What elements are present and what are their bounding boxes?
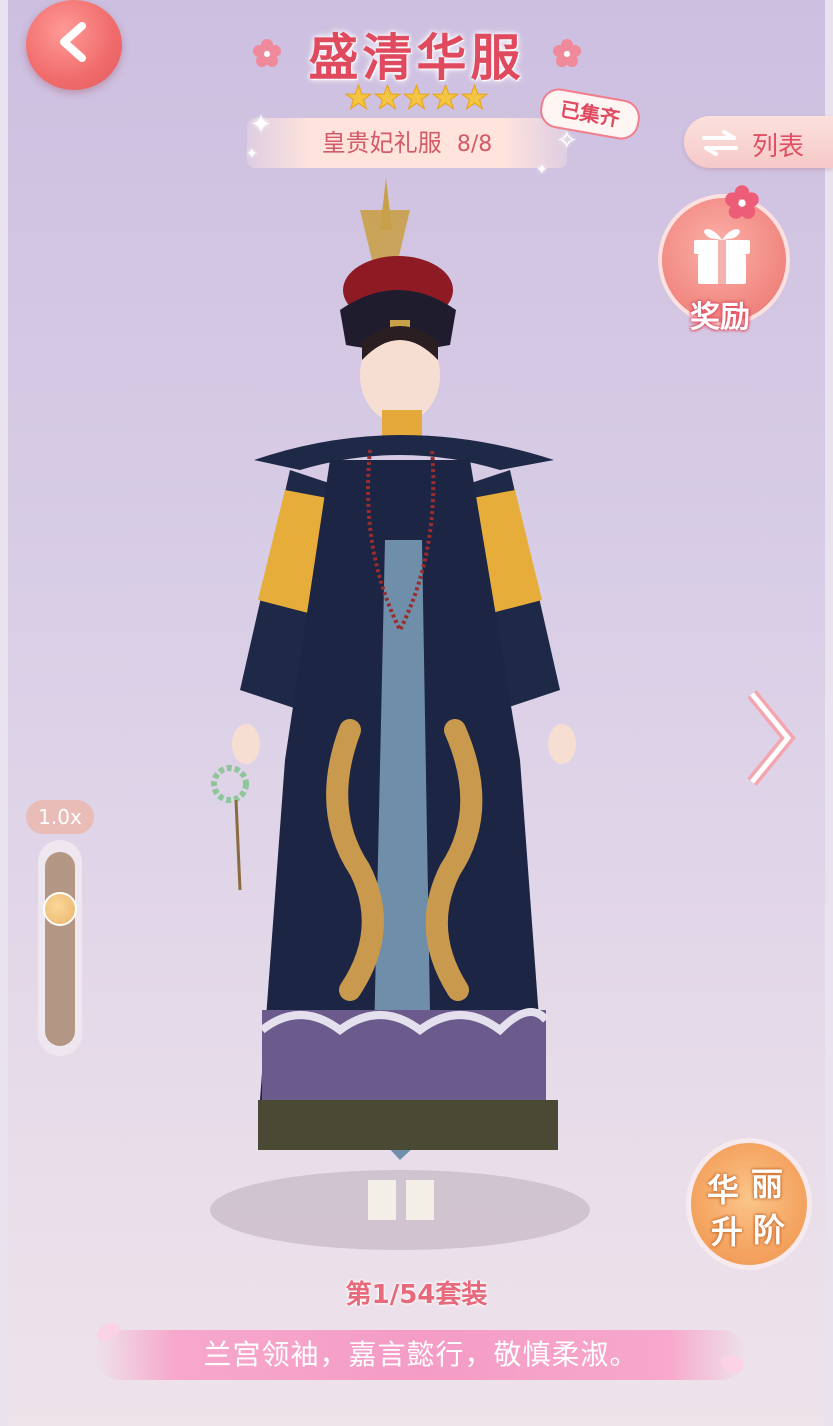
motto-text: 兰宫领袖，嘉言懿行，敬慎柔淑。 [203,1338,639,1371]
sparkle-icon: ✦ [246,146,258,162]
sparkle-icon: ✦ [250,110,272,140]
star-icon [374,84,401,111]
petal-icon [720,1355,744,1373]
motto-banner: 兰宫领袖，嘉言懿行，敬慎柔淑。 [96,1330,746,1380]
gift-icon [694,229,750,284]
suit-progress: 8/8 [456,132,493,157]
upgrade-char: 丽 [751,1165,784,1203]
zoom-slider[interactable] [45,852,75,1046]
chevron-right-icon[interactable] [744,686,796,790]
title-area: 盛清华服 [0,18,833,90]
upgrade-char: 华 [707,1171,740,1209]
zoom-level-label: 1.0x [26,800,94,834]
list-button[interactable]: 列表 [684,116,833,168]
petal-icon [96,1322,120,1342]
star-icon [432,84,459,111]
flower-icon [553,39,581,67]
star-icon [403,84,430,111]
upgrade-char: 阶 [753,1211,786,1249]
star-icon [461,84,488,111]
character-illustration [210,178,590,1250]
flower-icon [253,39,281,67]
list-label: 列表 [752,132,805,162]
zoom-slider-handle[interactable] [43,892,77,926]
page-title: 盛清华服 [308,29,525,87]
upgrade-char: 升 [711,1213,744,1251]
suit-count: 第1/54套装 [345,1280,488,1310]
star-rating [0,84,833,115]
star-icon [345,84,372,111]
frame-edge-right [825,0,833,1426]
frame-edge-left [0,0,8,1426]
blossom-icon [725,185,759,219]
reward-label: 奖励 [690,300,750,335]
suit-name-bar: 皇贵妃礼服 8/8 [247,118,567,168]
upgrade-button[interactable]: 华 丽 升 阶 [686,1138,812,1270]
suit-name: 皇贵妃礼服 [321,129,442,157]
swap-arrows-icon [702,130,738,156]
